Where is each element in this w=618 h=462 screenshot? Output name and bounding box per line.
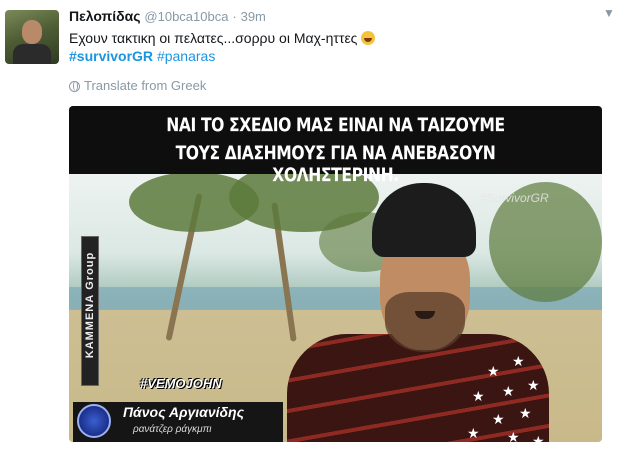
team-badge-icon bbox=[77, 404, 111, 438]
person-beard bbox=[385, 292, 465, 352]
hashtag-survivorgr[interactable]: #survivorGR bbox=[69, 48, 153, 64]
tweet-header: Πελοπίδας @10bca10bca · 39m bbox=[69, 8, 266, 24]
banner-person-subtitle: ρανάτζερ ράγκμπι bbox=[133, 424, 212, 435]
user-handle[interactable]: @10bca10bca bbox=[144, 9, 228, 24]
hashtag-panaras[interactable]: #panaras bbox=[157, 48, 215, 64]
tweet-text-content: Εχουν τακτικη οι πελατες...σορρυ οι Μαχ-… bbox=[69, 30, 358, 46]
avatar-head-shape bbox=[22, 20, 42, 44]
star-icon: ★ bbox=[472, 388, 485, 404]
display-name[interactable]: Πελοπίδας bbox=[69, 8, 141, 24]
chevron-down-icon[interactable]: ▼ bbox=[603, 6, 615, 20]
laughing-crying-emoji-icon bbox=[361, 31, 376, 45]
star-icon: ★ bbox=[502, 383, 515, 399]
star-icon: ★ bbox=[512, 353, 525, 369]
star-icon: ★ bbox=[507, 429, 520, 442]
hashtag-overlay: #VEMOJOHN bbox=[140, 376, 222, 391]
watermark: #SurvivorGR bbox=[480, 191, 549, 205]
meme-caption-bar: ΝΑΙ ΤΟ ΣΧΕΔΙΟ ΜΑΣ ΕΙΝΑΙ ΝΑ ΤΑΙΖΟΥΜΕ ΤΟΥΣ… bbox=[69, 106, 602, 186]
tweet: Πελοπίδας @10bca10bca · 39m ▼ Εχουν τακτ… bbox=[0, 0, 618, 462]
tweet-text: Εχουν τακτικη οι πελατες...σορρυ οι Μαχ-… bbox=[69, 29, 599, 47]
star-icon: ★ bbox=[467, 425, 480, 441]
meme-caption-line-2: ΤΟΥΣ ΔΙΑΣΗΜΟΥΣ ΓΙΑ ΝΑ ΑΝΕΒΑΣΟΥΝ ΧΟΛΗΣΤΕΡ… bbox=[175, 142, 496, 186]
star-icon: ★ bbox=[492, 411, 505, 427]
meme-caption-line-1: ΝΑΙ ΤΟ ΣΧΕΔΙΟ ΜΑΣ ΕΙΝΑΙ ΝΑ ΤΑΙΖΟΥΜΕ bbox=[166, 114, 505, 136]
hashtag-line: #survivorGR #panaras bbox=[69, 48, 215, 64]
side-logo-text: ΚΑΜΜΕΝΑ Group bbox=[84, 251, 96, 359]
translate-label: Translate from Greek bbox=[84, 78, 207, 93]
avatar-body-shape bbox=[13, 44, 51, 64]
banner-person-name: Πάνος Αργιανίδης bbox=[123, 404, 245, 420]
globe-icon bbox=[69, 81, 80, 92]
star-icon: ★ bbox=[519, 405, 532, 421]
timestamp[interactable]: 39m bbox=[241, 9, 266, 24]
tweet-media-image[interactable]: ΝΑΙ ΤΟ ΣΧΕΔΙΟ ΜΑΣ ΕΙΝΑΙ ΝΑ ΤΑΙΖΟΥΜΕ ΤΟΥΣ… bbox=[69, 106, 602, 442]
star-icon: ★ bbox=[532, 433, 545, 442]
star-icon: ★ bbox=[527, 377, 540, 393]
star-icon: ★ bbox=[487, 363, 500, 379]
avatar[interactable] bbox=[5, 10, 59, 64]
separator-dot: · bbox=[232, 9, 237, 24]
translate-link[interactable]: Translate from Greek bbox=[69, 78, 206, 93]
side-logo: ΚΑΜΜΕΝΑ Group bbox=[81, 236, 99, 386]
